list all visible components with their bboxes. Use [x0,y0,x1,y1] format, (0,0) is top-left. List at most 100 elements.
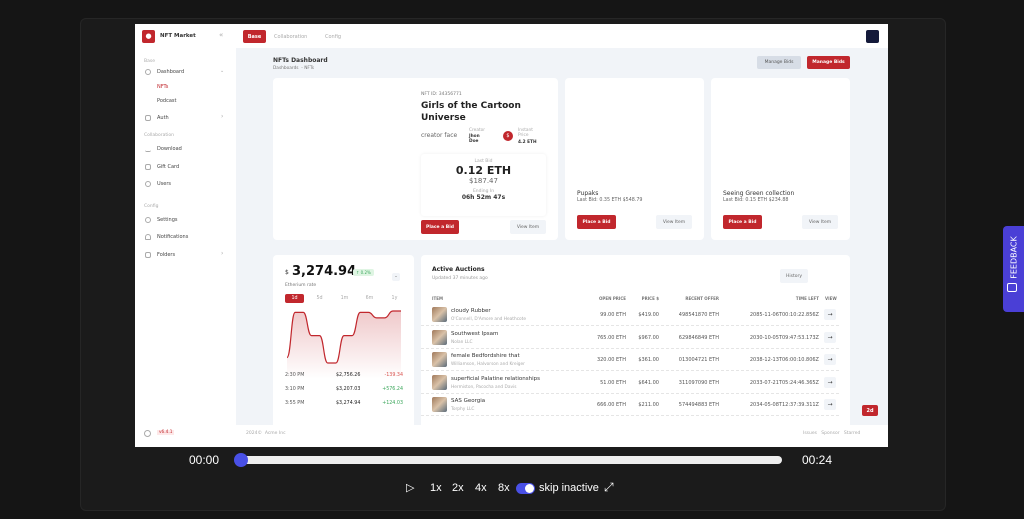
item-thumbnail [432,329,447,345]
gear-icon [145,217,151,223]
history-time: 2:30 PM [285,373,305,378]
speed-8x[interactable]: 8x [498,482,510,494]
item-thumbnail [432,374,447,390]
nft-title: Girls of the Cartoon Universe [421,101,521,123]
manage-bids-secondary-button[interactable]: Manage Bids [757,56,801,69]
table-row: SAS Georgia Torphy LLC 666.00 ETH $211.00 57… [421,394,839,416]
fullscreen-icon[interactable]: ⤢ [604,480,614,495]
user-avatar[interactable] [866,30,879,43]
feedback-tab[interactable]: FEEDBACK [1003,226,1024,312]
item-thumbnail [432,397,447,412]
manage-bids-button[interactable]: Manage Bids [807,56,850,69]
range-tab-6m[interactable]: 6m [360,294,379,303]
lock-icon [145,115,151,121]
section-title: Base [144,59,155,64]
change-badge: ↑ 0.2% [353,269,374,276]
section-title: Config [144,204,159,209]
place-bid-button[interactable]: Place a Bid [577,215,616,229]
time-left: 2030-10-05T09:47:53.173Z [749,334,819,341]
footer-links: Issues Sponsor Starred [803,431,860,436]
collection-last-bid: Last Bid: 0.15 ETH $234.88 [723,198,789,203]
item-name[interactable]: Southwest Ipsam [451,331,498,337]
sidebar-item-gift-card[interactable]: Gift Card [157,164,179,170]
tab-collaboration[interactable]: Collaboration [274,34,307,40]
sidebar-item-nfts[interactable]: NFTs [157,84,168,90]
eth-chart [287,310,401,379]
speed-4x[interactable]: 4x [475,482,487,494]
item-company: Torphy LLC [451,407,475,412]
arrow-right-icon[interactable]: → [824,376,836,388]
current-time: 00:00 [189,453,220,467]
gift-icon [145,164,151,170]
collection-card: Pupaks Last Bid: 0.35 ETH $548.79 Place … [565,78,704,240]
item-name[interactable]: SAS Georgia [451,398,485,404]
range-tab-1y[interactable]: 1y [385,294,404,303]
history-price: $3,274.94 [336,401,361,406]
sidebar-item-folders[interactable]: Folders [157,252,175,258]
version-badge: v6.4.1 [157,430,175,435]
view-item-button[interactable]: View Item [510,220,546,234]
item-thumbnail [432,352,447,367]
dollar-icon: $ [503,131,513,141]
arrow-right-icon[interactable]: → [824,354,836,365]
price-history: 2:30 PM $2,756.26 -139.34 3:10 PM $3,207.03 +… [285,373,403,415]
collapse-icon[interactable]: « [219,31,223,39]
chevron-down-icon: ⌄ [220,68,225,74]
recent-offer: 311097090 ETH [678,379,719,386]
company-link[interactable]: Acme Inc [265,431,286,436]
sidebar-item-podcast[interactable]: Podcast [157,98,176,104]
breadcrumb-item[interactable]: Dashboards [273,66,299,71]
eth-rate-label: Etherium rate [285,283,317,288]
speed-2x[interactable]: 2x [452,482,464,494]
history-delta: +124.03 [382,401,403,406]
arrow-right-icon[interactable]: → [824,331,836,343]
arrow-right-icon[interactable]: → [824,399,836,410]
col-open-price: OPEN PRICE [599,296,626,301]
col-time-left: TIME LEFT [795,296,819,301]
sidebar-item-auth[interactable]: Auth [157,115,169,121]
view-item-button[interactable]: View Item [656,215,692,229]
footer-link-starred[interactable]: Starred [844,431,861,436]
place-bid-button[interactable]: Place a Bid [723,215,762,229]
item-name[interactable]: cloudy Rubber [451,308,491,314]
item-name[interactable]: superficial Palatine relationships [451,376,540,382]
creator-label: Creator [469,128,486,133]
auctions-updated: Updated 37 minutes ago [432,276,488,281]
range-tab-1d[interactable]: 1d [285,294,304,303]
footer-link-issues[interactable]: Issues [803,431,817,436]
item-company: Nolan LLC [451,339,473,345]
play-icon[interactable]: ▷ [406,481,414,494]
history-button[interactable]: History [780,269,808,283]
app-screen: ● NFT Market « Base Dashboard ⌄ NFTs Pod… [135,24,888,447]
history-row: 3:55 PM $3,274.94 +124.03 [285,401,403,415]
progress-handle[interactable] [234,453,248,467]
info-icon[interactable] [144,430,151,437]
range-tab-1m[interactable]: 1m [335,294,354,303]
sidebar-item-settings[interactable]: Settings [157,217,178,223]
sidebar-item-users[interactable]: Users [157,181,171,187]
arrow-right-icon[interactable]: → [824,309,836,320]
item-company: O'Connell, D'Amore and Heathcote [451,317,527,322]
place-bid-button[interactable]: Place a Bid [421,220,459,234]
last-bid-usd: $187.47 [469,177,498,185]
price-usd: $419.00 [638,312,659,318]
footer-link-sponsor[interactable]: Sponsor [821,431,839,436]
skip-inactive-toggle[interactable] [516,483,535,494]
sidebar-item-dashboard[interactable]: Dashboard [157,69,184,75]
progress-track[interactable] [240,456,782,464]
sidebar-item-notifications[interactable]: Notifications [157,234,188,240]
sidebar-item-download[interactable]: Download [157,146,182,152]
dashboard-icon [145,69,151,75]
badge-2d: 2d [862,405,878,416]
last-bid-value: 0.12 ETH [455,164,512,177]
col-item: ITEM [432,296,443,301]
breadcrumb: Dashboards - NFTs [273,66,314,71]
view-item-button[interactable]: View Item [802,215,838,229]
tab-base[interactable]: Base [243,30,266,43]
range-tab-5d[interactable]: 5d [310,294,329,303]
speed-1x[interactable]: 1x [430,482,442,494]
price-usd: $967.00 [638,334,659,341]
item-name[interactable]: female Bedfordshire that [451,353,520,359]
menu-icon[interactable]: – [392,273,400,281]
tab-config[interactable]: Config [325,34,341,40]
